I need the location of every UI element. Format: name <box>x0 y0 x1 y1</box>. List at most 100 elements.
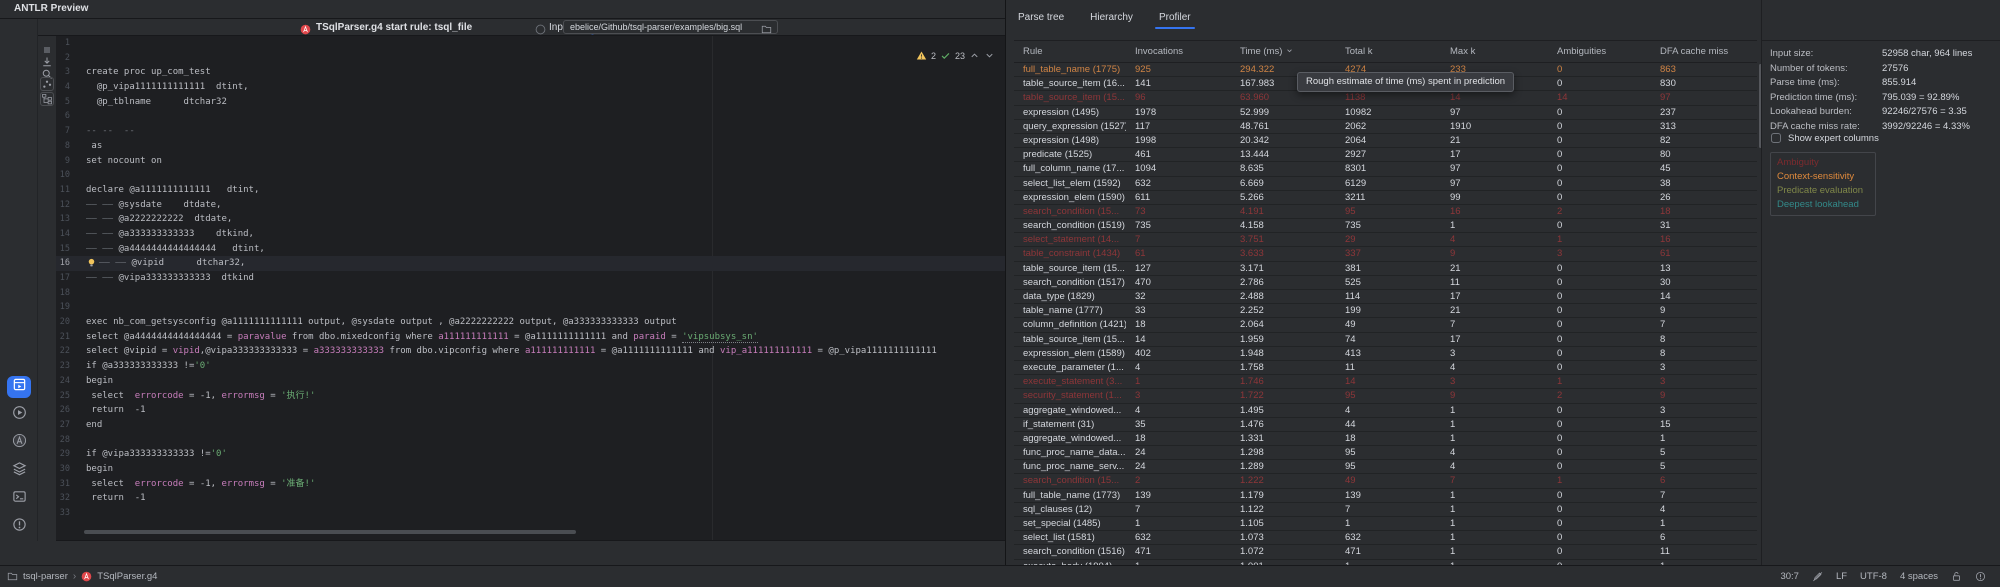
profiler-row[interactable]: execute_statement (3...11.74614313 <box>1014 375 1757 389</box>
code-line-21[interactable]: 21select @a4444444444444444 = paravalue … <box>56 330 1005 345</box>
profiler-row[interactable]: column_definition (1421)182.06449707 <box>1014 318 1757 332</box>
column-header-time-ms-[interactable]: Time (ms) <box>1231 46 1336 58</box>
profiler-row[interactable]: expression_elem (1589)4021.948413308 <box>1014 347 1757 361</box>
profiler-row[interactable]: predicate (1525)46113.444292717080 <box>1014 148 1757 162</box>
column-header-dfa-cache-miss[interactable]: DFA cache miss <box>1651 46 1757 57</box>
code-line-6[interactable]: 6 <box>56 109 1005 124</box>
tab-profiler[interactable]: Profiler <box>1157 8 1193 31</box>
profiler-row[interactable]: aggregate_windowed...181.33118101 <box>1014 432 1757 446</box>
profiler-row[interactable]: search_condition (15...734.1919516218 <box>1014 205 1757 219</box>
code-line-15[interactable]: 15—— —— @a4444444444444444 dtint, <box>56 242 1005 257</box>
profiler-row[interactable]: query_expression (1527)11748.76120621910… <box>1014 120 1757 134</box>
profiler-row[interactable]: search_condition (1517)4702.78652511030 <box>1014 276 1757 290</box>
expert-columns-checkbox[interactable] <box>1770 132 1782 144</box>
code-line-27[interactable]: 27end <box>56 418 1005 433</box>
code-line-13[interactable]: 13—— —— @a2222222222 dtdate, <box>56 212 1005 227</box>
code-editor[interactable]: 123create proc up_com_test4 @p_vipa11111… <box>56 36 1005 541</box>
profiler-row[interactable]: expression (1495)197852.99910982970237 <box>1014 106 1757 120</box>
code-line-14[interactable]: 14—— —— @a333333333333 dtkind, <box>56 227 1005 242</box>
code-line-2[interactable]: 2 <box>56 51 1005 66</box>
code-line-4[interactable]: 4 @p_vipa1111111111111 dtint, <box>56 80 1005 95</box>
activity-bar-item-tool-terminal[interactable] <box>7 488 31 510</box>
inspection-widget[interactable]: 2 23 <box>916 50 995 61</box>
profiler-row[interactable]: select_list_elem (1592)6326.669612997038 <box>1014 177 1757 191</box>
profiler-row[interactable]: data_type (1829)322.48811417014 <box>1014 290 1757 304</box>
column-header-total-k[interactable]: Total k <box>1336 46 1441 57</box>
breadcrumb-file[interactable]: TSqlParser.g4 <box>97 571 157 582</box>
profiler-row[interactable]: table_name (1777)332.2521992109 <box>1014 304 1757 318</box>
column-header-ambiguities[interactable]: Ambiguities <box>1548 46 1651 57</box>
profiler-row[interactable]: full_table_name (1773)1391.179139107 <box>1014 489 1757 503</box>
column-header-invocations[interactable]: Invocations <box>1126 46 1231 57</box>
profiler-row[interactable]: full_column_name (17...10948.63583019704… <box>1014 162 1757 176</box>
breadcrumb-project[interactable]: tsql-parser <box>23 571 68 582</box>
encoding[interactable]: UTF-8 <box>1860 571 1887 582</box>
code-line-31[interactable]: 31 select errorcode = -1, errormsg = '准备… <box>56 477 1005 492</box>
code-line-22[interactable]: 22select @vipid = vipid,@vipa33333333333… <box>56 344 1005 359</box>
code-line-20[interactable]: 20exec nb_com_getsysconfig @a11111111111… <box>56 315 1005 330</box>
indent-setting[interactable]: 4 spaces <box>1900 571 1938 582</box>
code-line-5[interactable]: 5 @p_tblname dtchar32 <box>56 95 1005 110</box>
profiler-row[interactable]: search_condition (1519)7354.1587351031 <box>1014 219 1757 233</box>
profiler-row[interactable]: table_constraint (1434)613.6333379361 <box>1014 247 1757 261</box>
code-line-29[interactable]: 29if @vipa333333333333 !='0' <box>56 447 1005 462</box>
profiler-row[interactable]: security_statement (1...31.72295929 <box>1014 389 1757 403</box>
code-line-19[interactable]: 19 <box>56 300 1005 315</box>
activity-bar-item-tool-problems[interactable] <box>7 516 31 538</box>
profiler-table-body[interactable]: full_table_name (1775)925294.32242742330… <box>1014 63 1757 565</box>
notifications-icon[interactable] <box>1975 571 1986 582</box>
profiler-row[interactable]: table_source_item (15...9663.96011381414… <box>1014 91 1757 105</box>
code-line-25[interactable]: 25 select errorcode = -1, errormsg = '执行… <box>56 389 1005 404</box>
input-radio[interactable] <box>535 22 546 33</box>
chevron-down-icon[interactable] <box>984 50 995 61</box>
code-line-12[interactable]: 12—— —— @sysdate dtdate, <box>56 198 1005 213</box>
profiler-table-header[interactable]: RuleInvocationsTime (ms)Total kMax kAmbi… <box>1014 40 1757 63</box>
scatter-icon[interactable] <box>40 77 54 91</box>
readonly-pen-icon[interactable] <box>1812 571 1823 582</box>
activity-bar-item-tool-run[interactable] <box>7 404 31 426</box>
code-line-17[interactable]: 17—— —— @vipa333333333333 dtkind <box>56 271 1005 286</box>
activity-bar-item-tool-antlr[interactable] <box>7 432 31 454</box>
tab-parse-tree[interactable]: Parse tree <box>1016 8 1066 31</box>
hierarchy-icon[interactable] <box>40 92 54 106</box>
code-line-28[interactable]: 28 <box>56 433 1005 448</box>
code-line-9[interactable]: 9set nocount on <box>56 154 1005 169</box>
line-ending[interactable]: LF <box>1836 571 1847 582</box>
profiler-row[interactable]: search_condition (15...21.22249716 <box>1014 474 1757 488</box>
chevron-up-icon[interactable] <box>969 50 980 61</box>
profiler-row[interactable]: func_proc_name_serv...241.28995405 <box>1014 460 1757 474</box>
caret-position[interactable]: 30:7 <box>1780 571 1799 582</box>
code-line-23[interactable]: 23if @a333333333333 !='0' <box>56 359 1005 374</box>
breadcrumb[interactable]: tsql-parser › TSqlParser.g4 <box>0 571 157 582</box>
profiler-row[interactable]: expression_elem (1590)6115.266321199026 <box>1014 191 1757 205</box>
activity-bar-item-tool-antlr-preview[interactable] <box>7 376 31 398</box>
code-line-7[interactable]: 7-- -- -- <box>56 124 1005 139</box>
code-line-26[interactable]: 26 return -1 <box>56 403 1005 418</box>
profiler-row[interactable]: table_source_item (15...141.959741708 <box>1014 333 1757 347</box>
profiler-row[interactable]: if_statement (31)351.476441015 <box>1014 418 1757 432</box>
tab-hierarchy[interactable]: Hierarchy <box>1088 8 1135 31</box>
code-line-8[interactable]: 8 as <box>56 139 1005 154</box>
profiler-row[interactable]: sql_clauses (12)71.1227104 <box>1014 503 1757 517</box>
code-line-1[interactable]: 1 <box>56 36 1005 51</box>
column-header-rule[interactable]: Rule <box>1014 46 1126 57</box>
profiler-row[interactable]: table_source_item (15...1273.17138121013 <box>1014 262 1757 276</box>
browse-folder-icon[interactable] <box>761 22 772 33</box>
code-line-30[interactable]: 30begin <box>56 462 1005 477</box>
column-header-max-k[interactable]: Max k <box>1441 46 1548 57</box>
profiler-row[interactable]: expression (1498)199820.342206421082 <box>1014 134 1757 148</box>
profiler-row[interactable]: select_list (1581)6321.073632106 <box>1014 531 1757 545</box>
code-line-32[interactable]: 32 return -1 <box>56 491 1005 506</box>
profiler-row[interactable]: select_statement (14...73.751294116 <box>1014 233 1757 247</box>
code-line-18[interactable]: 18 <box>56 286 1005 301</box>
code-line-33[interactable]: 33 <box>56 506 1005 521</box>
code-line-24[interactable]: 24begin <box>56 374 1005 389</box>
code-line-3[interactable]: 3create proc up_com_test <box>56 65 1005 80</box>
profiler-row[interactable]: func_proc_name_data...241.29895405 <box>1014 446 1757 460</box>
code-line-11[interactable]: 11declare @a1111111111111 dtint, <box>56 183 1005 198</box>
code-line-10[interactable]: 10 <box>56 168 1005 183</box>
profiler-row[interactable]: aggregate_windowed...41.4954103 <box>1014 404 1757 418</box>
file-path-input[interactable]: ebelice/Github/tsql-parser/examples/big.… <box>563 20 778 34</box>
profiler-row[interactable]: search_condition (1516)4711.0724711011 <box>1014 545 1757 559</box>
editor-horizontal-scrollbar[interactable] <box>84 530 576 534</box>
